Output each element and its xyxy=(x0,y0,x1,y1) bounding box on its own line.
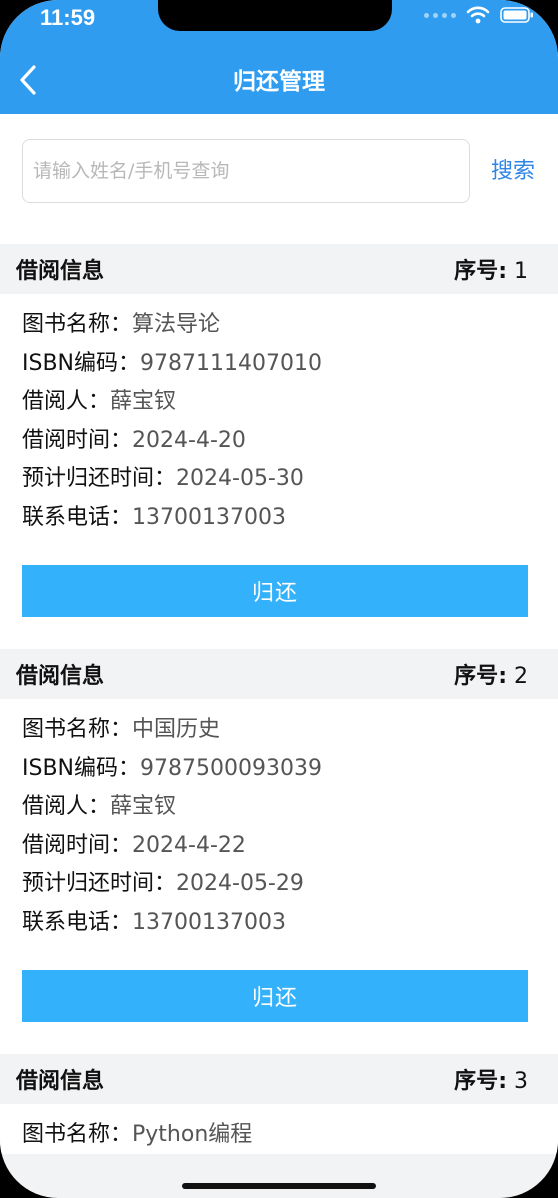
borrower-label: 借阅人： xyxy=(22,389,111,414)
index-label: 序号 xyxy=(454,1069,499,1094)
record-title: 借阅信息 xyxy=(16,664,105,689)
status-icons xyxy=(424,6,534,24)
index-label: 序号 xyxy=(454,259,499,284)
record-body: 图书名称：算法导论 ISBN编码：9787111407010 借阅人：薛宝钗 借… xyxy=(0,294,558,653)
home-indicator[interactable] xyxy=(182,1183,376,1189)
index-label: 序号 xyxy=(454,664,499,689)
phone-label: 联系电话： xyxy=(22,504,133,530)
record-card: 借阅信息 序号: 2 图书名称：中国历史 ISBN编码：978750009303… xyxy=(0,649,558,1058)
isbn-value: 9787111407010 xyxy=(140,350,322,376)
borrow-time-row: 借阅时间：2024-4-22 xyxy=(22,827,536,866)
due-time-label: 预计归还时间： xyxy=(22,466,177,491)
record-title: 借阅信息 xyxy=(16,1069,105,1094)
due-time-row: 预计归还时间：2024-05-30 xyxy=(22,460,536,499)
isbn-label: ISBN编码： xyxy=(22,350,141,376)
isbn-row: ISBN编码：9787111407010 xyxy=(22,345,536,384)
record-card: 借阅信息 序号: 1 图书名称：算法导论 ISBN编码：978711140701… xyxy=(0,244,558,653)
borrow-time-value: 2024-4-22 xyxy=(132,832,246,858)
record-index: 序号: 2 xyxy=(454,664,528,689)
borrow-time-value: 2024-4-20 xyxy=(132,427,246,453)
page-title: 归还管理 xyxy=(233,69,325,95)
record-index: 序号: 3 xyxy=(454,1069,528,1094)
phone-row: 联系电话：13700137003 xyxy=(22,904,536,943)
borrower-row: 借阅人：薛宝钗 xyxy=(22,788,536,827)
status-time: 11:59 xyxy=(40,5,96,30)
book-name-row: 图书名称：Python编程 xyxy=(22,1116,536,1154)
borrow-time-label: 借阅时间： xyxy=(22,832,133,858)
record-body: 图书名称：Python编程 xyxy=(0,1104,558,1154)
phone-label: 联系电话： xyxy=(22,909,133,935)
due-time-label: 预计归还时间： xyxy=(22,871,177,896)
wifi-icon xyxy=(466,6,490,24)
book-name-label: 图书名称： xyxy=(22,717,133,742)
index-value: 1 xyxy=(514,259,528,284)
phone-screen: 11:59 归还管理 搜索 借阅信息 xyxy=(0,0,558,1198)
phone-value: 13700137003 xyxy=(132,909,286,935)
record-index: 序号: 1 xyxy=(454,259,528,284)
book-name-label: 图书名称： xyxy=(22,1122,133,1147)
record-header: 借阅信息 序号: 2 xyxy=(0,649,558,699)
battery-icon xyxy=(500,7,533,23)
signal-dots-icon xyxy=(424,12,456,18)
book-name-value: 中国历史 xyxy=(132,717,221,742)
borrower-label: 借阅人： xyxy=(22,794,111,819)
book-name-label: 图书名称： xyxy=(22,312,133,337)
book-name-value: Python编程 xyxy=(132,1122,253,1147)
record-spacer xyxy=(22,1022,536,1058)
isbn-row: ISBN编码：9787500093039 xyxy=(22,750,536,789)
book-name-value: 算法导论 xyxy=(132,312,221,337)
index-value: 3 xyxy=(514,1069,528,1094)
borrow-time-row: 借阅时间：2024-4-20 xyxy=(22,422,536,461)
borrow-time-label: 借阅时间： xyxy=(22,427,133,453)
record-body: 图书名称：中国历史 ISBN编码：9787500093039 借阅人：薛宝钗 借… xyxy=(0,699,558,1058)
record-card: 借阅信息 序号: 3 图书名称：Python编程 xyxy=(0,1054,558,1154)
index-value: 2 xyxy=(514,664,528,689)
search-area: 搜索 xyxy=(0,114,558,244)
book-name-row: 图书名称：算法导论 xyxy=(22,306,536,345)
isbn-value: 9787500093039 xyxy=(140,755,322,781)
borrower-row: 借阅人：薛宝钗 xyxy=(22,383,536,422)
phone-value: 13700137003 xyxy=(132,504,286,530)
return-button[interactable]: 归还 xyxy=(22,970,528,1022)
due-time-value: 2024-05-29 xyxy=(176,871,304,896)
due-time-value: 2024-05-30 xyxy=(176,466,304,491)
due-time-row: 预计归还时间：2024-05-29 xyxy=(22,865,536,904)
phone-row: 联系电话：13700137003 xyxy=(22,499,536,538)
isbn-label: ISBN编码： xyxy=(22,755,141,781)
search-button[interactable]: 搜索 xyxy=(484,154,542,190)
notch xyxy=(158,0,392,31)
borrower-value: 薛宝钗 xyxy=(110,794,177,819)
return-button[interactable]: 归还 xyxy=(22,565,528,617)
record-title: 借阅信息 xyxy=(16,259,105,284)
book-name-row: 图书名称：中国历史 xyxy=(22,711,536,750)
record-header: 借阅信息 序号: 1 xyxy=(0,244,558,294)
record-spacer xyxy=(22,617,536,653)
record-header: 借阅信息 序号: 3 xyxy=(0,1054,558,1104)
borrower-value: 薛宝钗 xyxy=(110,389,177,414)
search-input[interactable] xyxy=(22,139,470,203)
header-bar: 11:59 归还管理 xyxy=(0,0,558,114)
